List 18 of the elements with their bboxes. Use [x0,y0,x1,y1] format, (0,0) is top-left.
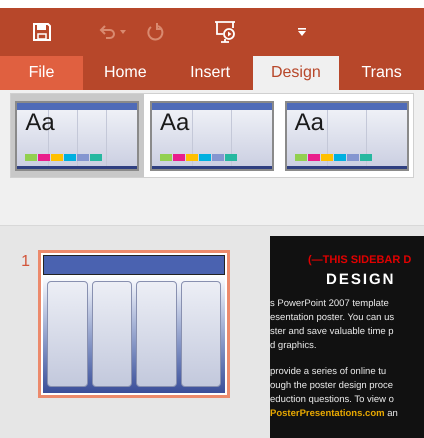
presentation-icon[interactable] [213,20,237,44]
ribbon-tab[interactable]: Home [82,56,168,90]
slide-paragraph: provide a series of online tu ough the poster design proce eduction questions. To view o PosterPresentations.com an [270,365,399,421]
ribbon-tab[interactable]: Design [252,56,340,90]
slide-number: 1 [20,252,31,272]
font-sample: Aa [160,108,190,138]
slide-paragraph: s PowerPoint 2007 template esentation poster. You can us ster and save valuable time p d graphics. [270,297,396,353]
customize-icon[interactable] [297,27,307,37]
file-tab[interactable]: File [0,56,83,90]
ribbon-tab[interactable]: Insert [168,56,253,90]
ribbon-tab[interactable]: Trans [339,56,424,90]
font-sample: Aa [294,108,324,138]
slide-heading: DESIGN [325,270,397,290]
theme-thumbnail[interactable]: Aa [11,94,144,177]
save-icon[interactable] [32,22,52,42]
slide-notice: (—THIS SIDEBAR D [307,253,412,268]
slide-thumbnail[interactable] [38,250,230,398]
font-sample: Aa [25,108,55,138]
